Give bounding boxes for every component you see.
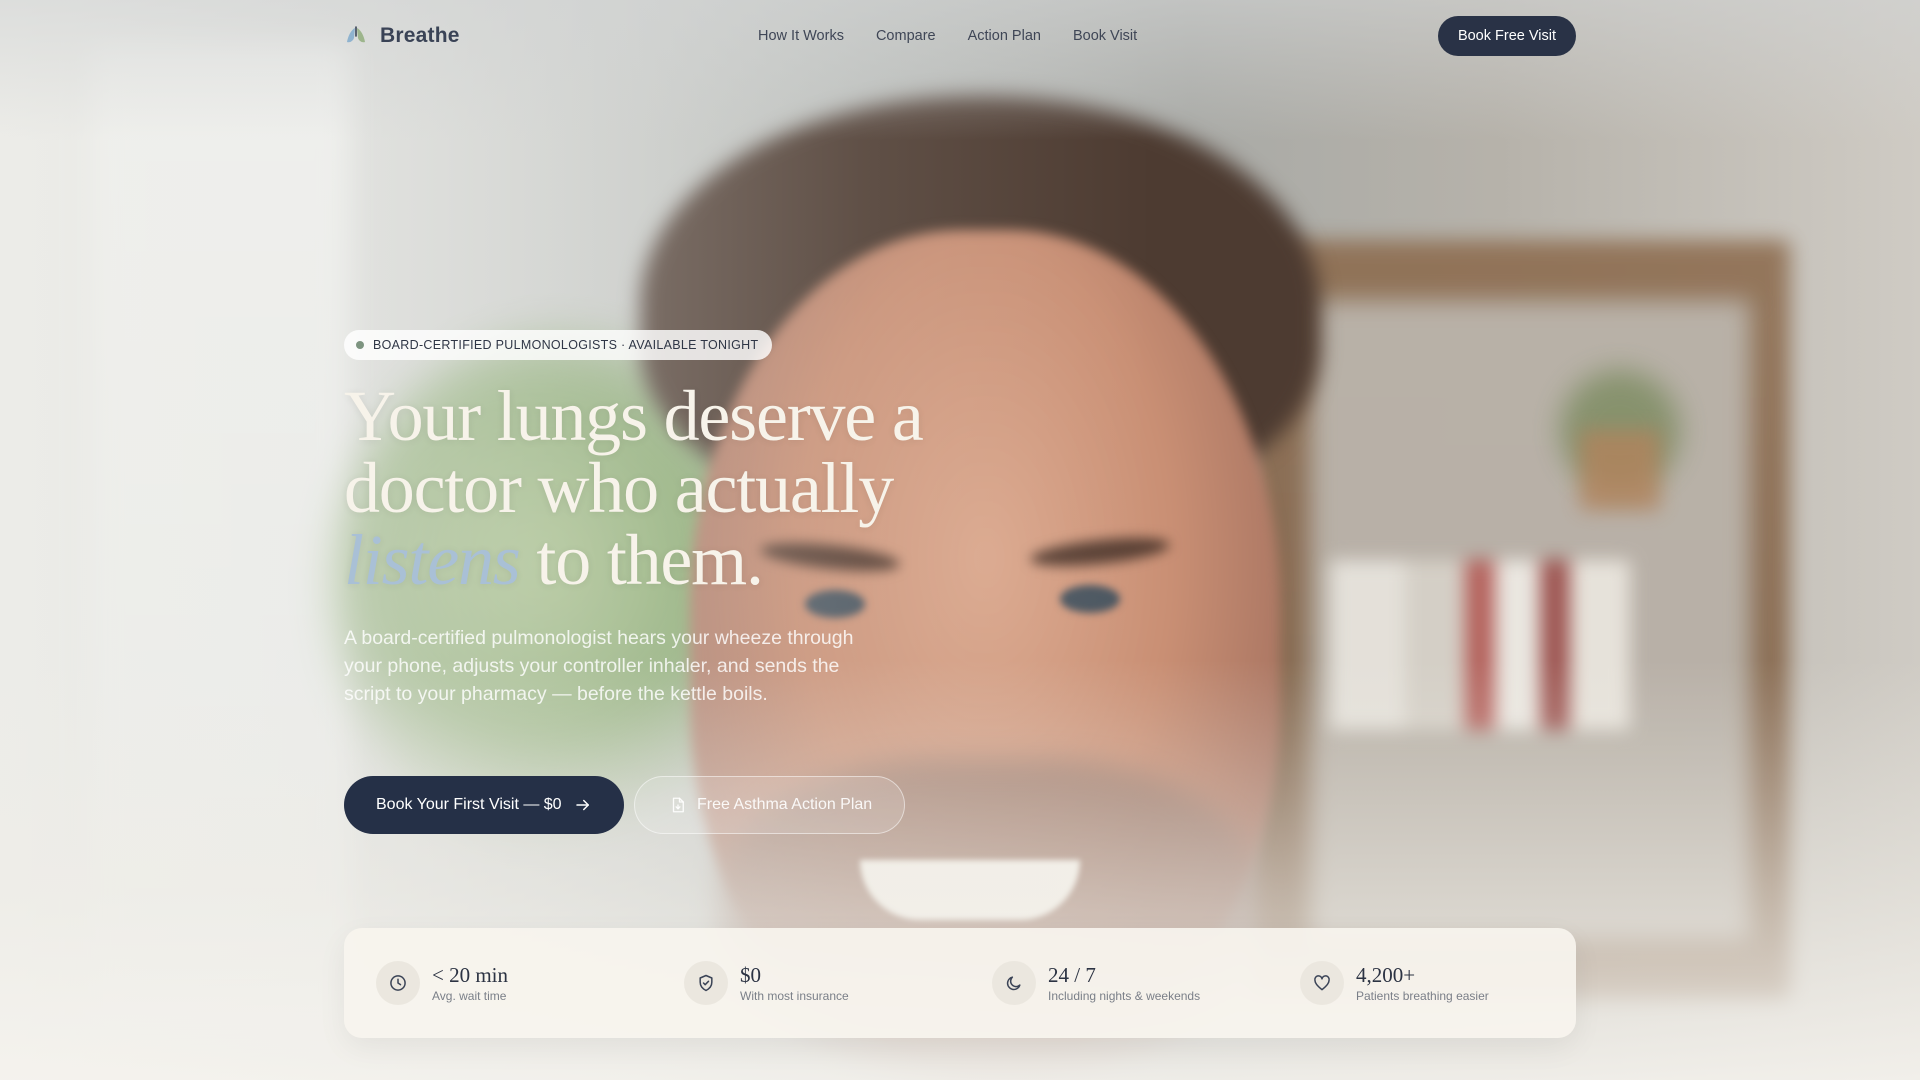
hero-headline: Your lungs deserve a doctor who actually… bbox=[344, 380, 984, 596]
nav-link-how-it-works[interactable]: How It Works bbox=[758, 28, 844, 44]
document-icon bbox=[672, 797, 684, 813]
arrow-right-icon bbox=[575, 799, 589, 811]
stat-value: 24 / 7 bbox=[1048, 963, 1096, 987]
book-first-visit-label: Book Your First Visit — $0 bbox=[376, 796, 562, 813]
headline-part2: to them. bbox=[536, 520, 764, 600]
stat-value: < 20 min bbox=[432, 963, 509, 987]
heart-icon bbox=[1300, 961, 1344, 1005]
stat-label: Patients breathing easier bbox=[1356, 989, 1489, 1003]
asthma-action-plan-button[interactable]: Free Asthma Action Plan bbox=[634, 776, 906, 834]
lungs-logo-icon bbox=[347, 26, 365, 43]
nav-menu: How It Works Compare Action Plan Book Vi… bbox=[758, 28, 1137, 44]
stat-label: Avg. wait time bbox=[432, 989, 507, 1003]
nav-link-compare[interactable]: Compare bbox=[876, 28, 936, 44]
stat-item: 24 / 7 Including nights & weekends bbox=[960, 961, 1268, 1005]
brand[interactable]: Breathe bbox=[344, 24, 460, 48]
book-free-visit-button[interactable]: Book Free Visit bbox=[1437, 16, 1576, 56]
stat-item: < 20 min Avg. wait time bbox=[344, 961, 652, 1005]
headline-accent: listens bbox=[344, 520, 521, 600]
book-first-visit-button[interactable]: Book Your First Visit — $0 bbox=[344, 776, 624, 834]
stat-item: 4,200+ Patients breathing easier bbox=[1268, 961, 1576, 1005]
stat-item: $0 With most insurance bbox=[652, 961, 960, 1005]
hero-subtext: A board-certified pulmonologist hears yo… bbox=[344, 627, 854, 705]
status-dot-icon bbox=[356, 341, 364, 349]
moon-icon bbox=[992, 961, 1036, 1005]
nav-link-action-plan[interactable]: Action Plan bbox=[968, 28, 1041, 44]
stat-value: $0 bbox=[740, 963, 761, 987]
brand-name: Breathe bbox=[380, 24, 460, 47]
stat-value: 4,200+ bbox=[1356, 963, 1416, 987]
availability-badge: BOARD-CERTIFIED PULMONOLOGISTS · AVAILAB… bbox=[344, 330, 773, 360]
stat-label: With most insurance bbox=[740, 989, 849, 1003]
headline-part1: Your lungs deserve a doctor who actually bbox=[344, 376, 924, 528]
stats-card: < 20 min Avg. wait time $0 With most ins… bbox=[344, 928, 1576, 1038]
clock-icon bbox=[376, 961, 420, 1005]
nav-link-book-visit[interactable]: Book Visit bbox=[1073, 28, 1137, 44]
badge-text: BOARD-CERTIFIED PULMONOLOGISTS · AVAILAB… bbox=[373, 338, 759, 352]
shield-check-icon bbox=[684, 961, 728, 1005]
top-nav: Breathe How It Works Compare Action Plan… bbox=[344, 14, 1576, 58]
stat-label: Including nights & weekends bbox=[1048, 989, 1201, 1003]
asthma-action-plan-label: Free Asthma Action Plan bbox=[697, 796, 873, 813]
